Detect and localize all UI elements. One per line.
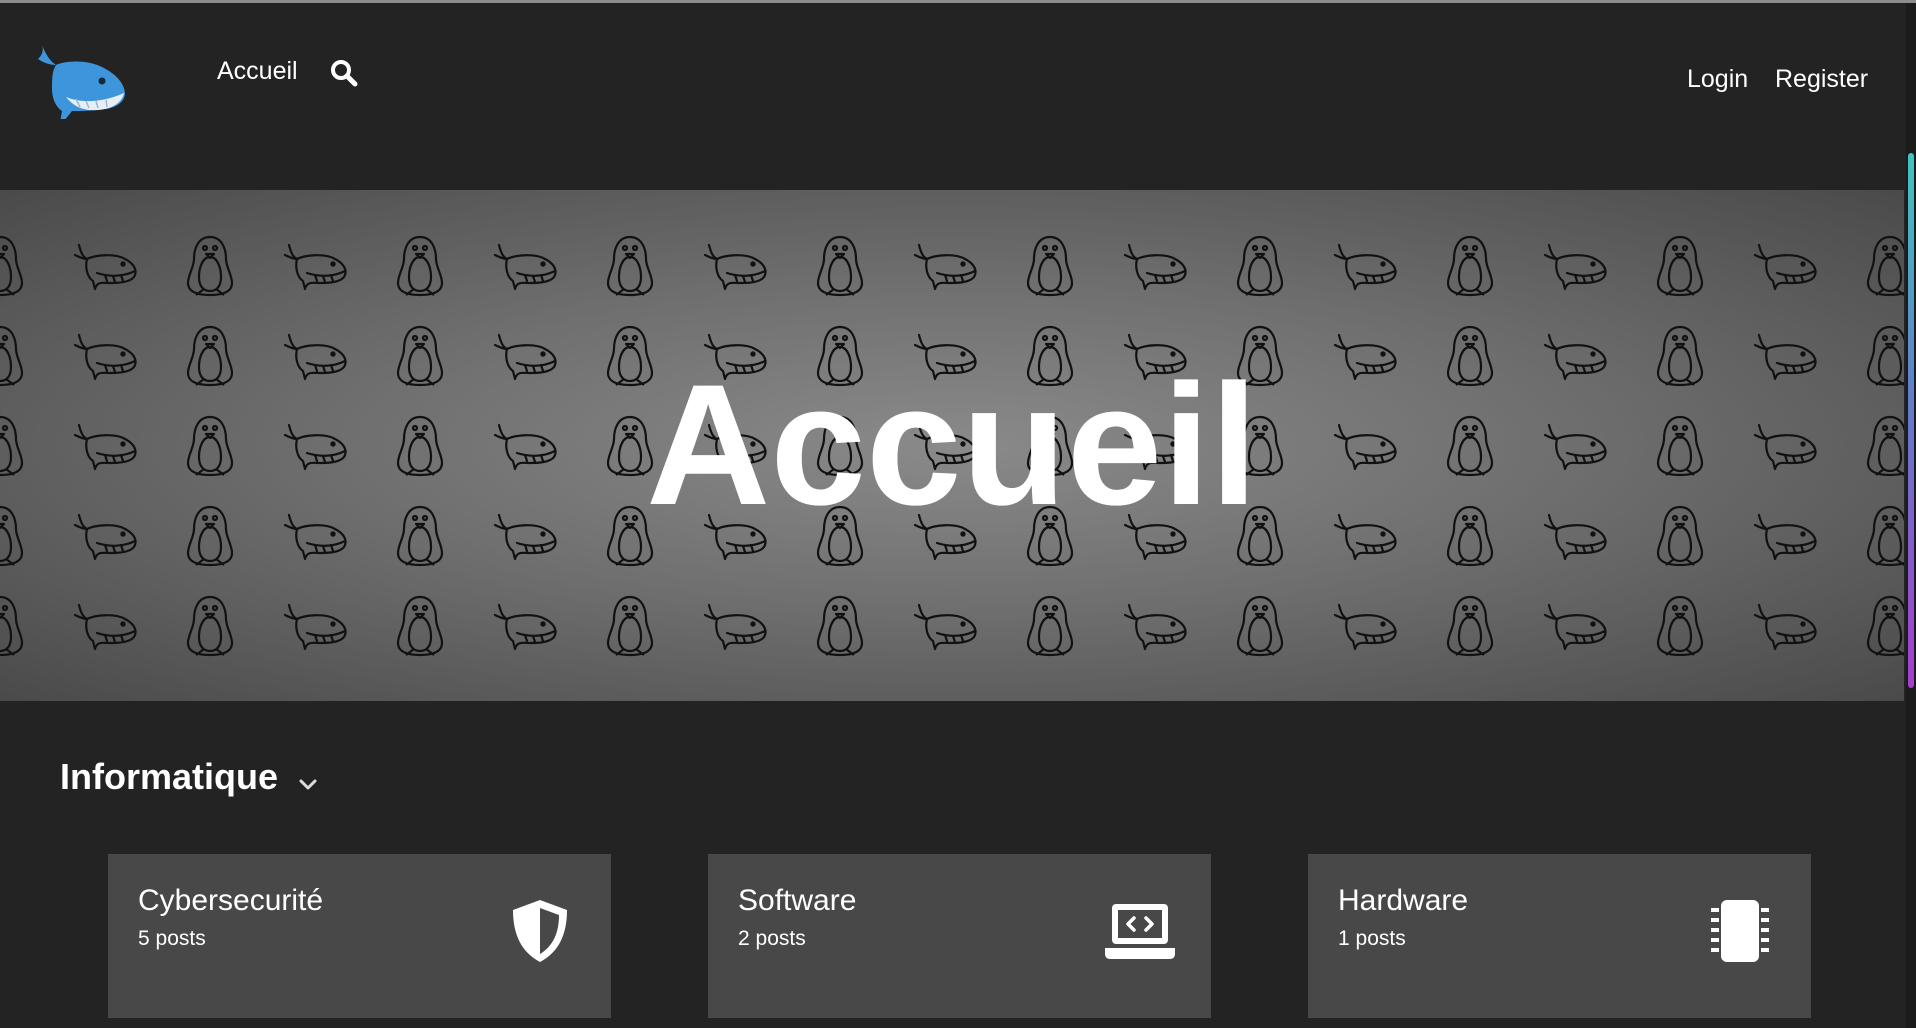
penguin-icon — [396, 235, 444, 297]
whale-icon — [1543, 603, 1607, 651]
card-post-count: 5 posts — [138, 927, 206, 950]
whale-icon — [73, 603, 137, 651]
penguin-icon — [1446, 235, 1494, 297]
search-icon[interactable] — [330, 59, 358, 87]
category-card-cybersecurite[interactable]: Cybersecurité 5 posts — [108, 854, 611, 1018]
whale-icon — [1753, 603, 1817, 651]
penguin-icon — [816, 595, 864, 657]
login-link[interactable]: Login — [1687, 65, 1748, 94]
whale-icon — [73, 243, 137, 291]
whale-icon — [1333, 243, 1397, 291]
penguin-icon — [816, 235, 864, 297]
page-scrollbar[interactable] — [1906, 3, 1916, 1028]
penguin-icon — [1236, 595, 1284, 657]
penguin-icon — [1026, 235, 1074, 297]
whale-icon — [283, 603, 347, 651]
hero-banner: Accueil — [0, 190, 1904, 701]
penguin-icon — [0, 235, 24, 297]
penguin-icon — [1866, 235, 1904, 297]
whale-icon — [1543, 243, 1607, 291]
category-card-hardware[interactable]: Hardware 1 posts — [1308, 854, 1811, 1018]
penguin-icon — [1656, 595, 1704, 657]
top-navbar: Accueil Login Register — [0, 3, 1904, 190]
penguin-icon — [0, 595, 24, 657]
hero-title: Accueil — [646, 349, 1258, 541]
card-title: Software — [738, 884, 857, 917]
whale-icon — [703, 243, 767, 291]
shield-icon — [503, 894, 577, 968]
card-post-count: 1 posts — [1338, 927, 1406, 950]
whale-icon — [283, 243, 347, 291]
microchip-icon — [1703, 894, 1777, 968]
penguin-icon — [186, 595, 234, 657]
penguin-icon — [606, 235, 654, 297]
scrollbar-thumb[interactable] — [1908, 153, 1914, 688]
whale-icon — [913, 603, 977, 651]
penguin-icon — [606, 595, 654, 657]
whale-icon — [703, 603, 767, 651]
penguin-icon — [396, 595, 444, 657]
penguin-icon — [1236, 235, 1284, 297]
register-link[interactable]: Register — [1775, 65, 1868, 94]
category-card-software[interactable]: Software 2 posts — [708, 854, 1211, 1018]
card-title: Cybersecurité — [138, 884, 324, 917]
card-post-count: 2 posts — [738, 927, 806, 950]
penguin-icon — [186, 235, 234, 297]
penguin-icon — [1866, 595, 1904, 657]
whale-icon — [1753, 243, 1817, 291]
nav-link-home[interactable]: Accueil — [217, 57, 298, 86]
whale-icon — [1123, 603, 1187, 651]
whale-icon — [913, 243, 977, 291]
whale-icon — [1123, 243, 1187, 291]
penguin-icon — [1656, 235, 1704, 297]
whale-logo-icon[interactable] — [36, 41, 128, 123]
chevron-down-icon[interactable] — [297, 774, 319, 796]
penguin-icon — [1026, 595, 1074, 657]
whale-icon — [1333, 603, 1397, 651]
card-title: Hardware — [1338, 884, 1469, 917]
category-heading[interactable]: Informatique — [60, 756, 278, 798]
penguin-icon — [1446, 595, 1494, 657]
laptop-code-icon — [1103, 894, 1177, 968]
whale-icon — [493, 603, 557, 651]
whale-icon — [493, 243, 557, 291]
